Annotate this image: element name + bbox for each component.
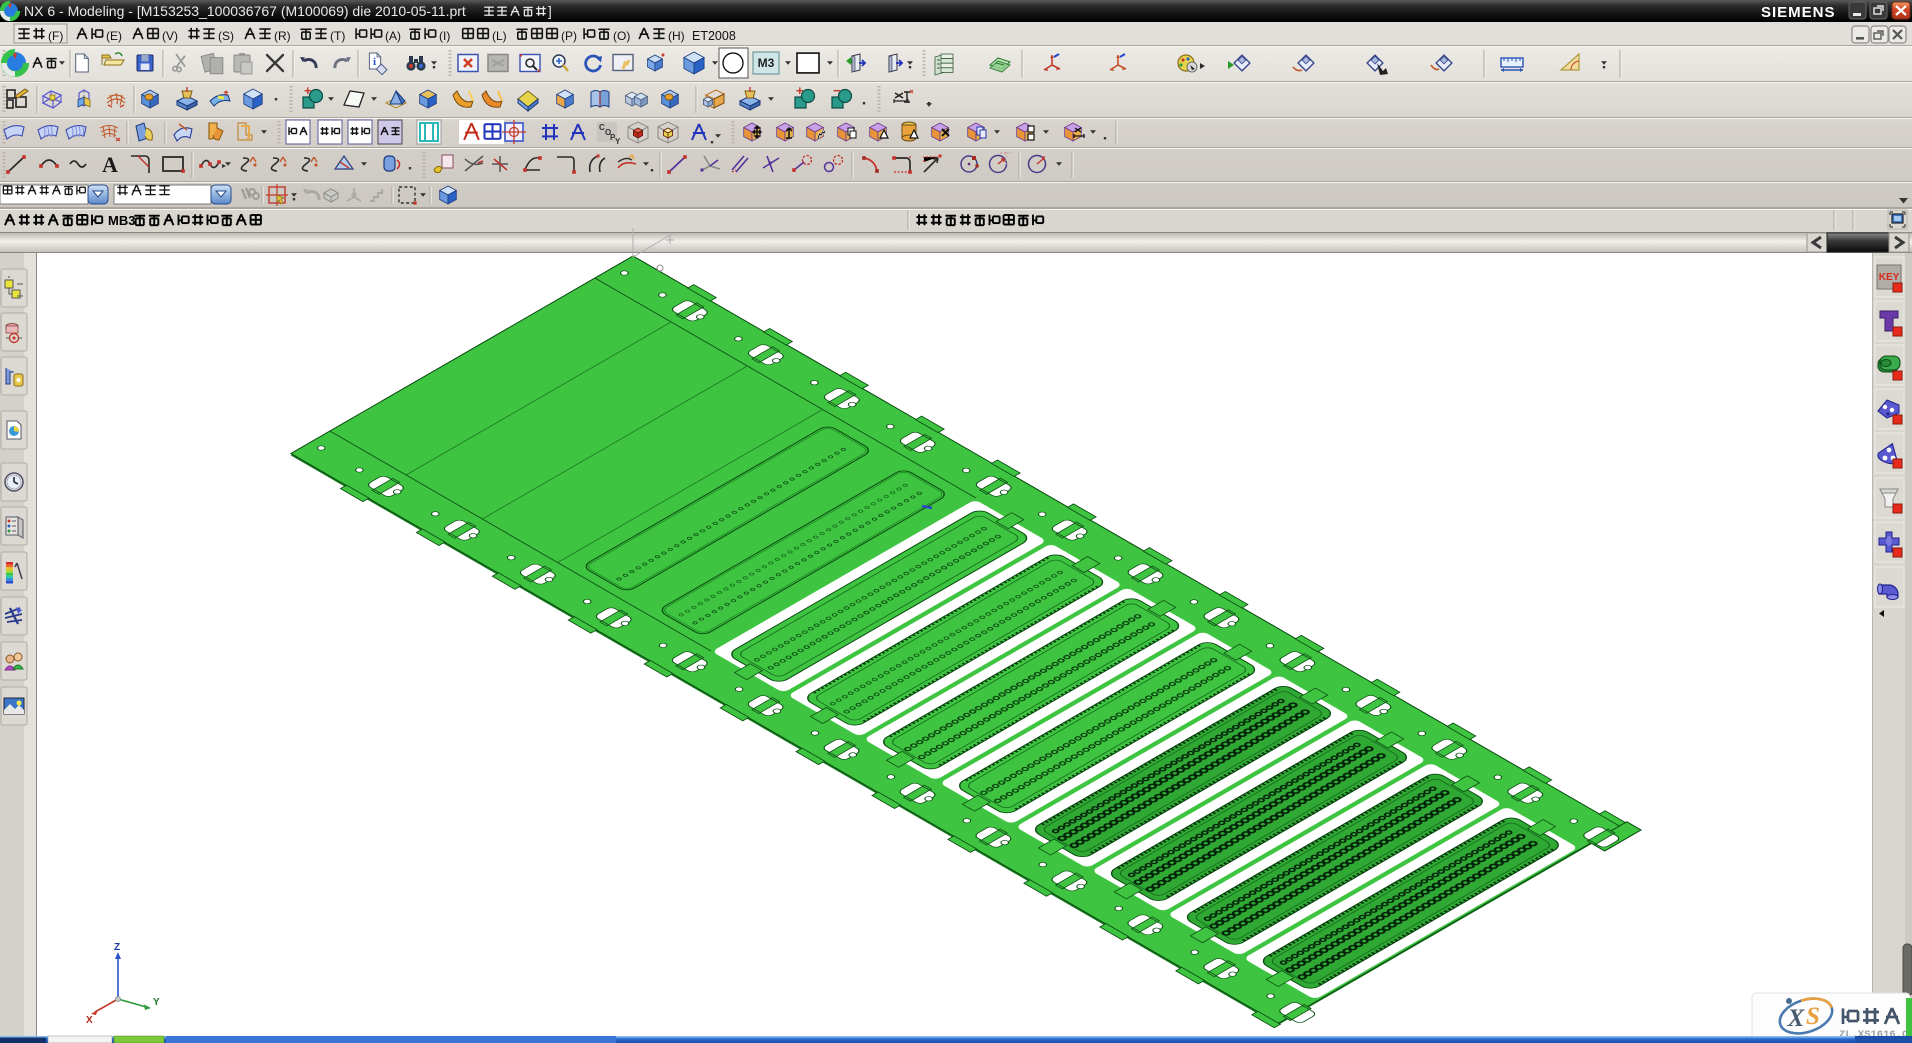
svg-text:−: − xyxy=(833,83,841,98)
svg-text:+: + xyxy=(796,83,804,98)
svg-text:ET2008: ET2008 xyxy=(692,29,736,43)
svg-text:Y: Y xyxy=(153,997,160,1008)
svg-text:Y: Y xyxy=(615,137,621,146)
svg-text:+: + xyxy=(304,83,312,98)
svg-text:(L): (L) xyxy=(492,29,507,43)
svg-text:NX 6 - Modeling - [M153253_100: NX 6 - Modeling - [M153253_100036767 (M1… xyxy=(24,3,466,19)
svg-text:i: i xyxy=(373,56,376,68)
svg-text:(O): (O) xyxy=(613,29,630,43)
svg-text:]: ] xyxy=(548,4,552,19)
svg-text:MB3: MB3 xyxy=(108,213,135,228)
svg-text:Z: Z xyxy=(114,942,120,953)
svg-text:X: X xyxy=(86,1015,93,1026)
svg-text:(F): (F) xyxy=(48,29,63,43)
svg-text:(A): (A) xyxy=(385,29,401,43)
svg-text:(R): (R) xyxy=(274,29,291,43)
svg-text:KEY: KEY xyxy=(1879,272,1900,283)
svg-text:SIEMENS: SIEMENS xyxy=(1761,4,1836,21)
svg-text:(H): (H) xyxy=(668,29,685,43)
svg-text:X: X xyxy=(1787,1005,1806,1032)
svg-text:S: S xyxy=(1806,1003,1820,1030)
svg-text:(V): (V) xyxy=(162,29,178,43)
svg-text:(S): (S) xyxy=(218,29,234,43)
svg-text:A: A xyxy=(102,152,118,177)
svg-text:M3: M3 xyxy=(758,56,775,70)
svg-text:(I): (I) xyxy=(439,29,450,43)
svg-text:(T): (T) xyxy=(330,29,345,43)
svg-text:(P): (P) xyxy=(561,29,577,43)
svg-text:(E): (E) xyxy=(106,29,122,43)
